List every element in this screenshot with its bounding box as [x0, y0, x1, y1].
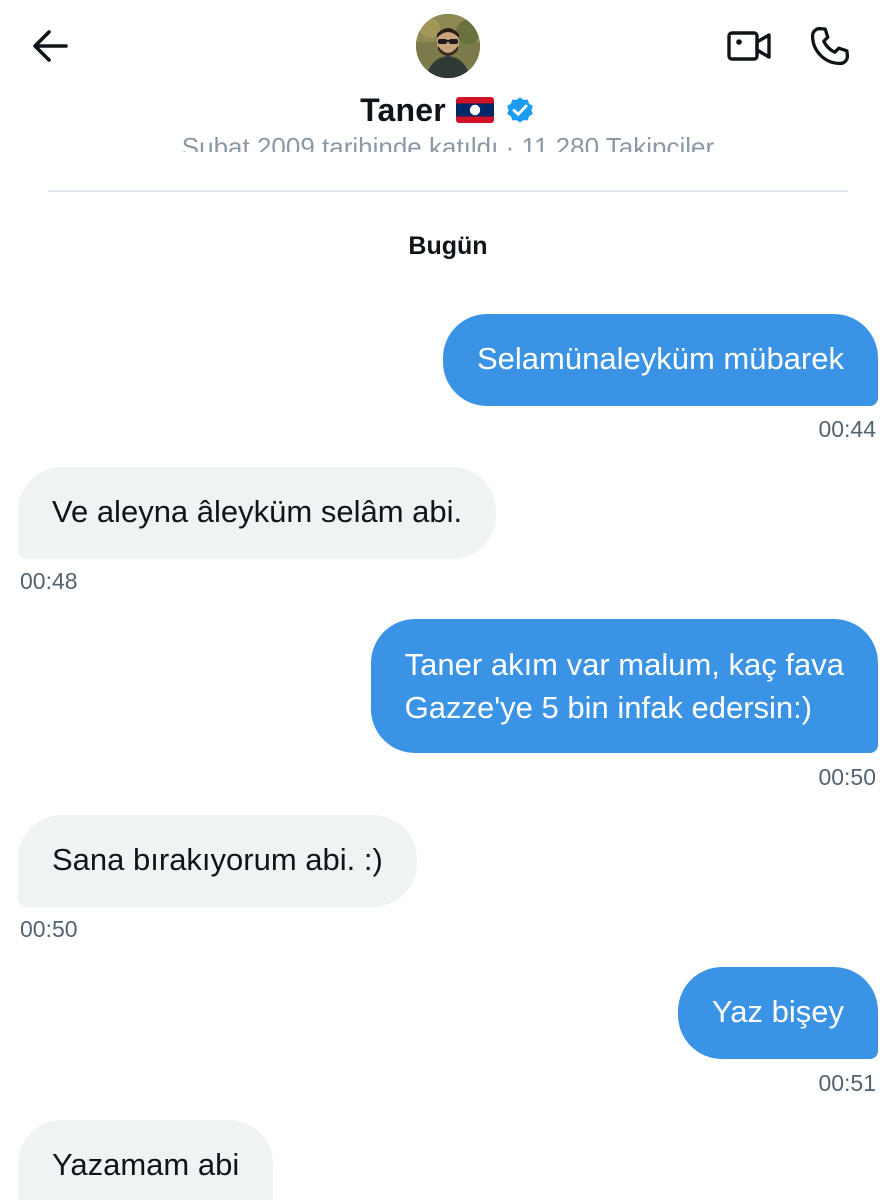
message-text: Selamünaleyküm mübarek — [476, 341, 844, 376]
arrow-left-icon — [33, 30, 68, 62]
message-text-line: Taner akım var malum, kaç fava — [404, 647, 844, 682]
contact-name-row[interactable]: Taner — [0, 88, 896, 132]
message-timestamp: 00:44 — [818, 416, 876, 442]
contact-name: Taner — [360, 91, 446, 128]
message-sent[interactable]: Yaz bişey — [677, 967, 878, 1059]
header-divider — [48, 190, 848, 192]
message-timestamp: 00:50 — [20, 916, 78, 942]
phone-icon — [810, 26, 850, 66]
day-separator: Bugün — [408, 232, 488, 260]
message-timestamp: 00:48 — [20, 568, 78, 594]
back-button[interactable] — [28, 24, 72, 68]
profile-subline-clip: Şubat 2009 tarihinde katıldı · 11.280 Ta… — [0, 130, 896, 152]
message-received[interactable]: Yazamam abi — [18, 1120, 274, 1200]
message-sent[interactable]: Taner akım var malum, kaç fava Gazze'ye … — [370, 619, 878, 753]
message-text: Yaz bişey — [711, 994, 844, 1029]
message-text-line: Gazze'ye 5 bin infak edersin:) — [404, 690, 813, 725]
video-camera-icon — [727, 31, 771, 61]
message-received[interactable]: Sana bırakıyorum abi. :) — [18, 815, 417, 907]
message-text: Ve aleyna âleyküm selâm abi. — [52, 494, 463, 529]
message-received[interactable]: Ve aleyna âleyküm selâm abi. — [18, 467, 497, 559]
voice-call-button[interactable] — [806, 22, 854, 70]
message-timestamp: 00:51 — [818, 1070, 876, 1096]
message-timestamp: 00:50 — [818, 764, 876, 790]
avatar[interactable] — [416, 14, 480, 78]
verified-badge-icon — [507, 97, 533, 123]
conversation-header: Taner Şubat 2009 tarihinde katıldı · 11.… — [0, 0, 896, 200]
profile-subline: Şubat 2009 tarihinde katıldı · 11.280 Ta… — [181, 132, 715, 152]
laos-flag — [455, 97, 494, 123]
message-text: Yazamam abi — [52, 1147, 240, 1182]
message-sent[interactable]: Selamünaleyküm mübarek — [442, 314, 878, 406]
video-call-button[interactable] — [724, 24, 774, 68]
message-text: Sana bırakıyorum abi. :) — [52, 842, 383, 877]
